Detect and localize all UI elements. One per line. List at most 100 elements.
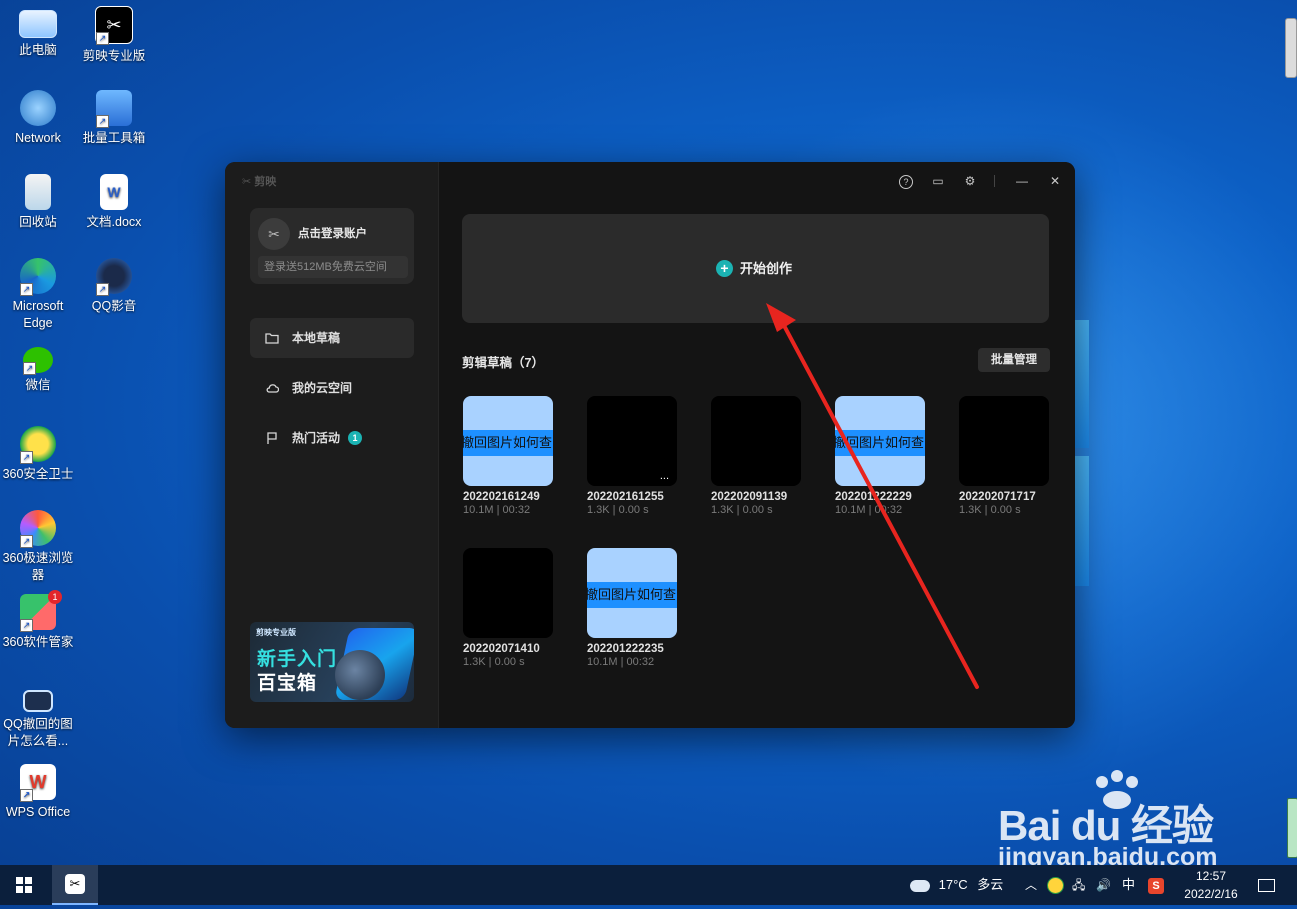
login-card[interactable]: ✂ 点击登录账户 登录送512MB免费云空间 [250,208,414,284]
help-icon[interactable]: ? [897,172,915,190]
draft-thumbnail[interactable]: 撤回图片如何查 [587,548,677,638]
batch-manage-button[interactable]: 批量管理 [978,348,1050,372]
banner-title: 新手入门 [257,649,338,670]
shortcut-arrow-icon: ↗ [20,283,33,296]
side-widget[interactable] [1287,798,1297,858]
volume-icon[interactable]: 🔊 [1096,865,1111,905]
ime-indicator[interactable]: 中 [1122,865,1135,905]
windows-logo-fragment [1075,456,1089,586]
draft-card[interactable]: 202202071410 1.3K | 0.00 s [463,548,555,668]
taskbar: ✂ 17°C 多云 ︿ 🖧 🔊 中 S 12:57 2022/2/16 [0,865,1297,905]
start-creation-button[interactable]: + 开始创作 [716,260,792,278]
desktop-icon-label: 360安全卫士 [2,467,74,481]
avatar[interactable]: ✂ [258,218,290,250]
draft-card[interactable]: 撤回图片如何查 202201222229 10.1M | 00:32 [835,396,927,516]
desktop-icon-document[interactable]: W 文档.docx [76,174,152,231]
draft-thumbnail[interactable] [711,396,801,486]
draft-name: 202201222235 [587,643,664,655]
close-button[interactable]: ✕ [1046,172,1064,190]
360-browser-icon: ↗ [20,510,56,548]
sidebar: ✂ 剪映 ✂ 点击登录账户 登录送512MB免费云空间 本地草稿 我的云空间 热… [225,162,439,728]
start-button[interactable] [0,865,48,905]
shortcut-arrow-icon: ↗ [20,451,33,464]
draft-name: 202201222229 [835,491,912,503]
desktop-icon-network[interactable]: Network [0,90,76,147]
start-creation-card[interactable]: + 开始创作 [462,214,1049,323]
sogou-ime-icon[interactable]: S [1148,865,1164,905]
banner-subtitle: 百宝箱 [257,673,318,694]
360-security-icon: ↗ [20,426,56,464]
draft-card[interactable]: 202202091139 1.3K | 0.00 s [711,396,803,516]
feedback-icon[interactable]: ▭ [929,172,947,190]
draft-card[interactable]: 202202071717 1.3K | 0.00 s [959,396,1051,516]
start-creation-label: 开始创作 [740,261,793,276]
draft-thumbnail[interactable]: ... [587,396,677,486]
desktop-icon-wechat[interactable]: ↗ 微信 [0,342,76,394]
capcut-window: ✂ 剪映 ✂ 点击登录账户 登录送512MB免费云空间 本地草稿 我的云空间 热… [225,162,1075,728]
desktop-icon-label: 回收站 [19,215,57,229]
tray-overflow-chevron-icon[interactable]: ︿ [1025,865,1037,905]
sidebar-item-cloud-space[interactable]: 我的云空间 [250,368,414,408]
desktop-icon-label: Microsoft Edge [12,299,64,330]
windows-icon [16,877,32,893]
360-tray-icon[interactable] [1047,865,1064,905]
network-tray-icon[interactable]: 🖧 [1072,865,1085,905]
weather-condition: 多云 [977,877,1004,892]
shortcut-arrow-icon: ↗ [20,535,33,548]
draft-card[interactable]: ... 202202161255 1.3K | 0.00 s [587,396,679,516]
draft-meta: 1.3K | 0.00 s [463,656,525,668]
desktop-icon-360-browser[interactable]: ↗ 360极速浏览器 [0,510,76,584]
taskbar-app-capcut[interactable]: ✂ [52,865,98,905]
desktop-icon-label: 剪映专业版 [82,49,146,63]
desktop-icon-edge[interactable]: ↗ Microsoft Edge [0,258,76,332]
draft-card[interactable]: 撤回图片如何查 202202161249 10.1M | 00:32 [463,396,555,516]
desktop-icon-wps[interactable]: W ↗ WPS Office [0,764,76,821]
login-title[interactable]: 点击登录账户 [298,225,367,241]
draft-thumbnail[interactable]: 撤回图片如何查 [463,396,553,486]
drafts-section-title: 剪辑草稿（7） [462,356,544,370]
video-file-icon [23,690,53,712]
sidebar-item-local-drafts[interactable]: 本地草稿 [250,318,414,358]
desktop-icon-label: 微信 [25,378,51,392]
draft-meta: 10.1M | 00:32 [587,656,655,668]
notification-center-icon[interactable] [1258,865,1275,905]
thumbnail-caption: 撤回图片如何查 [587,582,677,608]
desktop-icon-360-software[interactable]: 1 ↗ 360软件管家 [0,590,76,651]
more-options-icon[interactable]: ... [660,470,669,482]
weather-widget[interactable]: 17°C 多云 [910,865,1003,905]
desktop-icon-label: 批量工具箱 [82,131,146,145]
draft-thumbnail[interactable] [959,396,1049,486]
desktop-icon-toolbox[interactable]: ↗ 批量工具箱 [76,90,152,147]
draft-meta: 10.1M | 00:32 [835,504,903,516]
desktop-icon-this-pc[interactable]: 此电脑 [0,6,76,59]
draft-thumbnail[interactable] [463,548,553,638]
clock-date: 2022/2/16 [1184,887,1238,901]
sidebar-item-label: 热门活动 [292,431,341,445]
desktop-icon-capcut[interactable]: ✂ ↗ 剪映专业版 [76,6,152,65]
360-software-icon: 1 ↗ [20,590,62,632]
settings-icon[interactable]: ⚙ [961,172,979,190]
cloud-icon [266,384,279,393]
desktop-icon-360-security[interactable]: ↗ 360安全卫士 [0,426,76,483]
scrollbar[interactable] [1285,18,1297,78]
sidebar-item-hot-events[interactable]: 热门活动 1 [250,418,414,458]
desktop-icon-video-file[interactable]: QQ撤回的图片怎么看... [0,684,76,750]
qq-player-icon: ↗ [96,258,132,296]
desktop-icon-label: 此电脑 [19,43,57,57]
notification-badge: 1 [48,590,62,604]
system-clock[interactable]: 12:57 2022/2/16 [1176,867,1246,903]
draft-thumbnail[interactable]: 撤回图片如何查 [835,396,925,486]
app-brand: ✂ 剪映 [242,176,277,188]
desktop-icon-recycle-bin[interactable]: 回收站 [0,174,76,231]
draft-meta: 1.3K | 0.00 s [711,504,773,516]
sidebar-item-label: 我的云空间 [292,381,353,395]
draft-card[interactable]: 撤回图片如何查 202201222235 10.1M | 00:32 [587,548,679,668]
divider [994,175,995,187]
desktop-icon-qq-player[interactable]: ↗ QQ影音 [76,258,152,315]
beginner-guide-banner[interactable]: 剪映专业版 新手入门 百宝箱 [250,622,414,702]
windows-logo-fragment [1075,320,1089,448]
sidebar-item-label: 本地草稿 [292,331,341,345]
folder-icon [265,333,279,344]
minimize-button[interactable]: — [1013,172,1031,190]
shortcut-arrow-icon: ↗ [20,789,33,802]
